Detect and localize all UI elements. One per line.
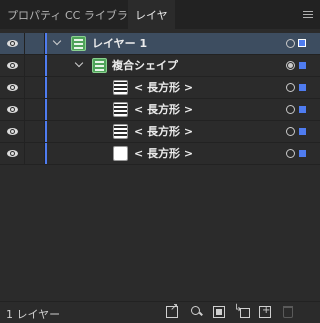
layer-color-bar <box>45 121 47 142</box>
layer-name[interactable]: < 長方形 > <box>134 77 193 98</box>
search-icon[interactable] <box>191 306 203 318</box>
clipping-mask-icon[interactable] <box>213 306 225 318</box>
layer-row[interactable]: レイヤー 1 <box>0 33 320 55</box>
visibility-toggle[interactable] <box>0 99 25 120</box>
target-circle-icon[interactable] <box>286 127 295 136</box>
layer-color-bar <box>45 77 47 98</box>
panel-footer: 1 レイヤー <box>0 301 320 323</box>
new-layer-icon[interactable] <box>259 305 271 318</box>
eye-icon <box>7 106 18 113</box>
selection-indicator[interactable] <box>299 84 306 91</box>
chevron-down-icon[interactable] <box>74 58 84 68</box>
eye-icon <box>7 128 18 135</box>
trash-icon[interactable] <box>283 306 293 318</box>
lock-toggle[interactable] <box>25 99 45 120</box>
export-icon[interactable] <box>166 302 178 318</box>
layer-row[interactable]: 複合シェイプ <box>0 55 320 77</box>
eye-icon <box>7 40 18 47</box>
rectangle-thumbnail <box>113 102 128 117</box>
lock-toggle[interactable] <box>25 143 45 164</box>
lock-toggle[interactable] <box>25 121 45 142</box>
lock-toggle[interactable] <box>25 55 45 76</box>
visibility-toggle[interactable] <box>0 33 25 54</box>
layer-row[interactable]: < 長方形 > <box>0 77 320 99</box>
hamburger-menu-icon[interactable] <box>303 11 313 19</box>
layer-thumbnail <box>71 36 86 51</box>
eye-icon <box>7 150 18 157</box>
layer-name[interactable]: 複合シェイプ <box>112 55 178 76</box>
panel-tab-bar: プロパティ CC ライブラリ レイヤー <box>0 0 320 53</box>
chevron-down-icon[interactable] <box>52 36 62 46</box>
layer-name[interactable]: < 長方形 > <box>134 143 193 164</box>
rectangle-thumbnail <box>113 80 128 95</box>
layer-color-bar <box>45 33 47 54</box>
visibility-toggle[interactable] <box>0 77 25 98</box>
selection-indicator[interactable] <box>299 106 306 113</box>
selection-indicator[interactable] <box>299 150 306 157</box>
new-sublayer-icon[interactable] <box>234 303 250 318</box>
layer-count: 1 レイヤー <box>6 308 61 321</box>
eye-icon <box>7 84 18 91</box>
layer-name[interactable]: レイヤー 1 <box>92 33 147 54</box>
lock-toggle[interactable] <box>25 77 45 98</box>
target-circle-icon[interactable] <box>286 61 295 70</box>
lock-toggle[interactable] <box>25 33 45 54</box>
layers-list: レイヤー 1 複合シェイプ < 長方形 > < 長方形 > < 長方形 > < … <box>0 33 320 165</box>
visibility-toggle[interactable] <box>0 121 25 142</box>
compound-shape-thumbnail <box>92 58 107 73</box>
target-circle-icon[interactable] <box>286 39 295 48</box>
visibility-toggle[interactable] <box>0 143 25 164</box>
layer-name[interactable]: < 長方形 > <box>134 121 193 142</box>
visibility-toggle[interactable] <box>0 55 25 76</box>
layer-color-bar <box>45 55 47 76</box>
eye-icon <box>7 62 18 69</box>
target-circle-icon[interactable] <box>286 149 295 158</box>
layer-row[interactable]: < 長方形 > <box>0 121 320 143</box>
target-circle-icon[interactable] <box>286 83 295 92</box>
selection-indicator[interactable] <box>299 62 306 69</box>
layer-row[interactable]: < 長方形 > <box>0 99 320 121</box>
tab-layers[interactable]: レイヤー <box>128 0 175 53</box>
layer-color-bar <box>45 143 47 164</box>
layer-color-bar <box>45 99 47 120</box>
selection-indicator[interactable] <box>298 39 306 47</box>
layer-row[interactable]: < 長方形 > <box>0 143 320 165</box>
rectangle-thumbnail <box>113 146 128 161</box>
target-circle-icon[interactable] <box>286 105 295 114</box>
selection-indicator[interactable] <box>299 128 306 135</box>
rectangle-thumbnail <box>113 124 128 139</box>
layer-name[interactable]: < 長方形 > <box>134 99 193 120</box>
